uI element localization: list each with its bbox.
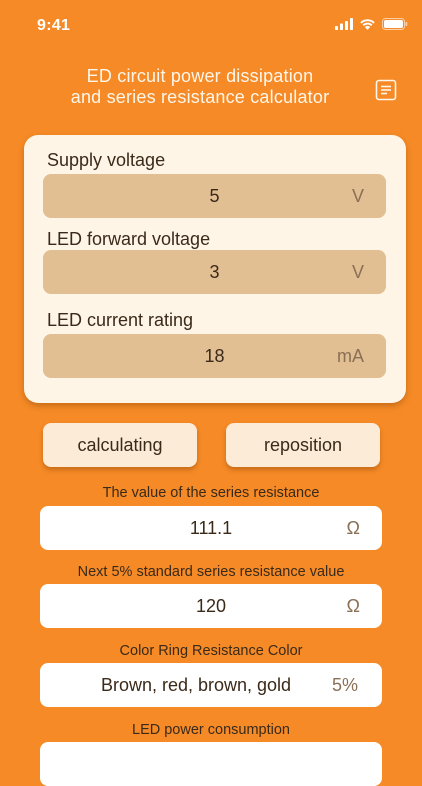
supply-voltage-value: 5	[209, 186, 220, 206]
color-ring-tolerance: 5%	[331, 675, 358, 695]
led-current-rating-label: LED current rating	[47, 310, 194, 330]
battery-icon	[382, 18, 408, 30]
title-line-1: ED circuit power dissipation	[86, 66, 314, 86]
supply-voltage-label: Supply voltage	[47, 150, 166, 170]
led-current-rating-unit: mA	[337, 346, 364, 366]
title-line-2: and series resistance calculator	[70, 87, 330, 107]
input-card: Supply voltage 5 V LED forward voltage 3…	[24, 135, 406, 403]
color-ring-value: Brown, red, brown, gold	[100, 675, 292, 695]
led-forward-voltage-label: LED forward voltage	[47, 229, 211, 249]
led-forward-voltage-input[interactable]: 3 V	[43, 250, 386, 294]
standard-resistance-label: Next 5% standard series resistance value	[77, 564, 345, 580]
status-bar: 9:41	[0, 0, 422, 50]
series-resistance-value: 111.1	[189, 518, 233, 538]
cellular-signal-icon	[335, 18, 353, 30]
led-forward-voltage-unit: V	[351, 262, 364, 282]
reset-button[interactable]: reposition	[226, 423, 380, 467]
color-ring-label: Color Ring Resistance Color	[119, 643, 303, 659]
series-resistance-output: 111.1 Ω	[40, 506, 382, 550]
series-resistance-label: The value of the series resistance	[102, 485, 320, 501]
series-resistance-unit: Ω	[346, 518, 360, 538]
led-current-rating-input[interactable]: 18 mA	[43, 334, 386, 378]
color-ring-output: Brown, red, brown, gold 5%	[40, 663, 382, 707]
page-title: ED circuit power dissipation and series …	[40, 66, 360, 108]
menu-icon[interactable]	[375, 79, 397, 101]
calculate-button[interactable]: calculating	[43, 423, 197, 467]
status-icons	[335, 18, 408, 30]
standard-resistance-value: 120	[195, 596, 227, 616]
standard-resistance-unit: Ω	[346, 596, 360, 616]
led-forward-voltage-value: 3	[209, 262, 220, 282]
led-power-label: LED power consumption	[132, 722, 290, 738]
led-current-rating-value: 18	[204, 346, 225, 366]
status-time: 9:41	[37, 17, 71, 34]
led-power-output	[40, 742, 382, 786]
supply-voltage-input[interactable]: 5 V	[43, 174, 386, 218]
wifi-icon	[360, 19, 375, 30]
supply-voltage-unit: V	[351, 186, 364, 206]
standard-resistance-output: 120 Ω	[40, 584, 382, 628]
